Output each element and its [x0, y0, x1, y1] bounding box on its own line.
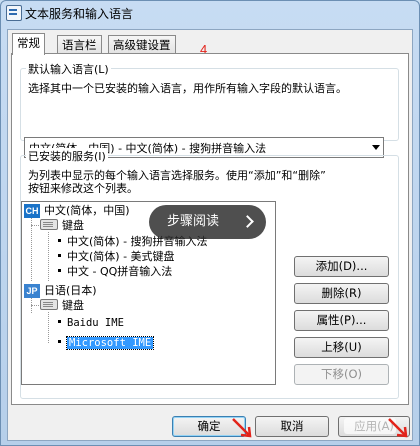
tree-node-chinese-label: 中文(简体，中国)	[44, 204, 130, 217]
tree-node-chinese[interactable]: CH 中文(简体，中国)	[24, 204, 130, 218]
default-language-description: 选择其中一个已安装的输入语言，用作所有输入字段的默认语言。	[28, 82, 347, 95]
tree-line	[48, 312, 49, 343]
step-reading-overlay[interactable]: 步骤阅读	[149, 205, 266, 239]
tree-node-chinese-keyboard[interactable]: 键盘	[40, 219, 84, 233]
tree-node-japanese[interactable]: JP 日语(日本)	[24, 284, 97, 298]
tree-item-label-selected: Microsoft IME	[65, 336, 155, 350]
language-badge-jp: JP	[24, 284, 40, 298]
tree-node-japanese-label: 日语(日本)	[44, 284, 97, 297]
move-up-button[interactable]: 上移(U)	[294, 337, 389, 358]
red-arrow-icon	[232, 418, 252, 438]
installed-services-description-line1: 为列表中显示的每个输入语言选择服务。使用“添加”和“删除”	[28, 169, 326, 182]
window-title: 文本服务和输入语言	[25, 7, 134, 21]
tree-node-japanese-keyboard-label: 键盘	[62, 299, 84, 312]
cancel-button[interactable]: 取消	[255, 416, 329, 437]
title-bar[interactable]: 文本服务和输入语言	[1, 1, 419, 27]
keyboard-icon	[40, 219, 58, 230]
tree-line	[31, 225, 39, 226]
tree-line	[48, 232, 49, 281]
tree-item-qq-pinyin[interactable]: 中文 - QQ拼音输入法	[58, 265, 172, 279]
tree-node-japanese-keyboard[interactable]: 键盘	[40, 299, 84, 313]
chevron-right-icon	[241, 215, 254, 228]
tree-node-chinese-keyboard-label: 键盘	[62, 219, 84, 232]
add-button[interactable]: 添加(D)...	[294, 256, 389, 277]
installed-services-label: 已安装的服务(I)	[26, 148, 108, 164]
tab-language-bar[interactable]: 语言栏	[57, 35, 102, 54]
tree-item-label: 中文(简体) - 美式键盘	[67, 250, 175, 263]
remove-button[interactable]: 删除(R)	[294, 283, 389, 304]
properties-button[interactable]: 属性(P)...	[294, 310, 389, 331]
keyboard-icon	[40, 299, 58, 310]
default-language-label: 默认输入语言(L)	[26, 61, 111, 77]
tree-line	[31, 305, 39, 306]
chevron-down-icon	[372, 145, 380, 150]
bullet-icon	[58, 254, 61, 257]
bullet-icon	[58, 239, 61, 242]
tree-item-us-keyboard[interactable]: 中文(简体) - 美式键盘	[58, 250, 175, 264]
installed-services-description-line2: 按钮来修改这个列表。	[28, 182, 138, 195]
bullet-icon	[58, 269, 61, 272]
tab-general[interactable]: 常规	[12, 33, 45, 55]
tree-item-microsoft-ime[interactable]: Microsoft IME	[58, 336, 155, 350]
tree-item-label: Baidu IME	[67, 317, 124, 329]
language-badge-ch: CH	[24, 204, 40, 218]
bullet-icon	[58, 320, 61, 323]
keyboard-icon	[6, 5, 22, 21]
tree-item-baidu-ime[interactable]: Baidu IME	[58, 316, 124, 330]
default-language-group: 默认输入语言(L)	[20, 61, 399, 141]
red-arrow-icon	[388, 418, 408, 438]
move-down-button[interactable]: 下移(O)	[294, 364, 389, 385]
step-reading-label: 步骤阅读	[167, 214, 220, 229]
bullet-icon	[58, 340, 61, 343]
tab-advanced-key-settings[interactable]: 高级键设置	[108, 35, 176, 54]
tree-item-label: 中文 - QQ拼音输入法	[67, 265, 173, 278]
tree-line	[31, 218, 32, 281]
